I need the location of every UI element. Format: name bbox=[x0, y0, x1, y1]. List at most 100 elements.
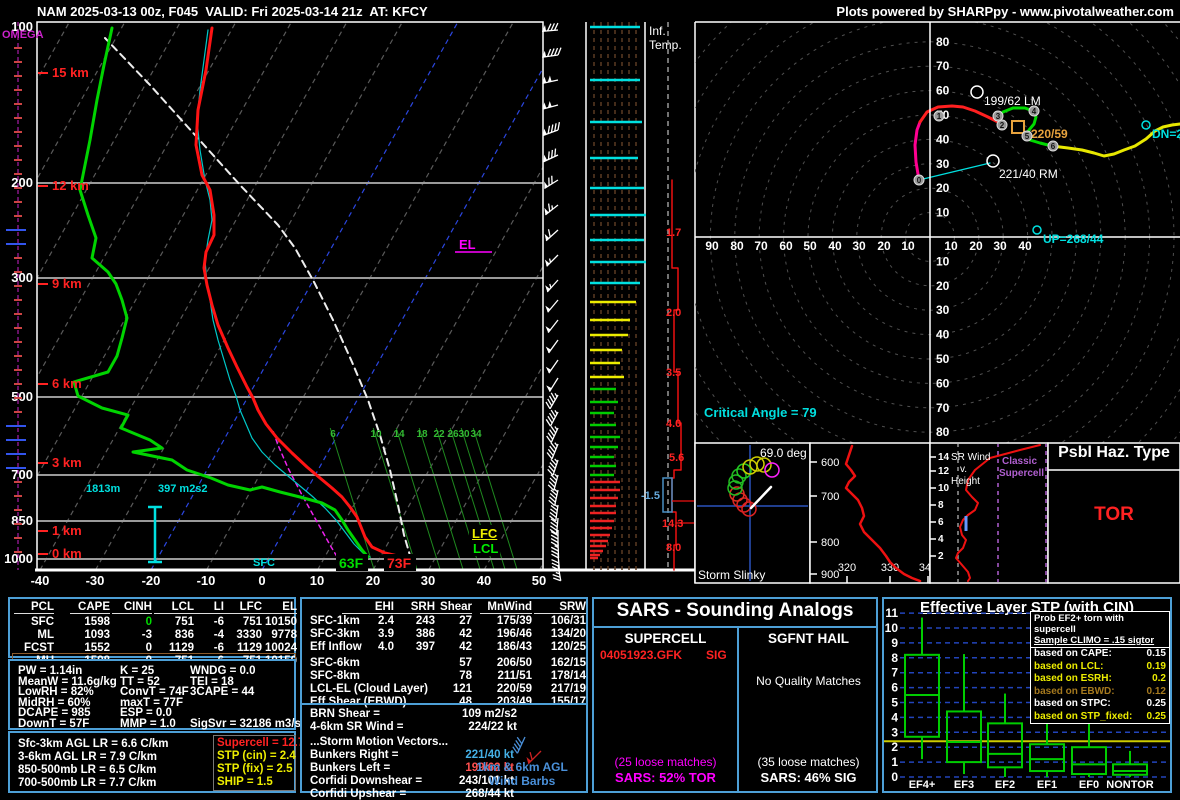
svg-text:Inf.: Inf. bbox=[649, 24, 666, 38]
stp-legend-row: based on STP_fixed:0.25 bbox=[1031, 711, 1169, 724]
svg-text:EF4+: EF4+ bbox=[909, 779, 936, 791]
sars-supercell-prob: SARS: 52% TOR bbox=[594, 772, 737, 784]
shear-label: BRN Shear = bbox=[310, 708, 380, 720]
kinematics-cell: 175/39 bbox=[480, 615, 532, 627]
svg-text:90: 90 bbox=[705, 239, 719, 253]
svg-text:320: 320 bbox=[838, 562, 856, 574]
svg-text:800: 800 bbox=[821, 537, 839, 549]
kinematics-cell: 48 bbox=[420, 696, 472, 708]
svg-text:50: 50 bbox=[532, 573, 546, 588]
svg-text:40: 40 bbox=[936, 328, 950, 342]
sars-supercell-header: SUPERCELL bbox=[594, 631, 737, 646]
thermo-index: SigSvr = 32186 m3/s3 bbox=[190, 718, 307, 730]
svg-text:Supercell: Supercell bbox=[999, 468, 1044, 479]
svg-text:30: 30 bbox=[993, 239, 1007, 253]
svg-text:850: 850 bbox=[11, 513, 33, 528]
sars-supercell-match-tag: SIG bbox=[706, 649, 727, 661]
storm-slinky-panel: 69.0 degStorm Slinky bbox=[695, 443, 810, 583]
kinematics-cell: 196/46 bbox=[480, 628, 532, 640]
kinematics-cell: 178/14 bbox=[534, 670, 586, 682]
pressure-axis: 1002003005007008501000 bbox=[4, 19, 33, 566]
parcel-table-panel: PCLCAPECINHLCLLILFCELSFC15980751-6751101… bbox=[8, 597, 296, 658]
sars-hail-prob: SARS: 46% SIG bbox=[739, 772, 878, 784]
svg-text:EF0: EF0 bbox=[1079, 779, 1099, 791]
stp-legend-title: Prob EF2+ torn with supercell bbox=[1034, 613, 1166, 635]
parcel-col-header: EL bbox=[257, 601, 297, 614]
svg-text:10: 10 bbox=[936, 206, 950, 220]
stp-legend-row: based on ESRH:0.2 bbox=[1031, 673, 1169, 686]
svg-text:221/40 RM: 221/40 RM bbox=[999, 167, 1058, 181]
temperature-curve bbox=[196, 28, 411, 559]
svg-text:9: 9 bbox=[891, 636, 898, 650]
composite-index: STP (fix) = 2.5 bbox=[217, 763, 293, 775]
svg-text:10: 10 bbox=[901, 239, 915, 253]
svg-text:2: 2 bbox=[891, 740, 898, 754]
barb-caption-line: 1km & 6km AGL bbox=[462, 761, 582, 773]
kinematics-cell: 186/43 bbox=[480, 641, 532, 653]
svg-text:40: 40 bbox=[828, 239, 842, 253]
svg-text:80: 80 bbox=[936, 425, 950, 439]
stp-legend-subtitle: Sample CLIMO = .15 sigtor bbox=[1034, 635, 1166, 646]
svg-text:2: 2 bbox=[1000, 121, 1005, 130]
shear-label: 4-6km SR Wind = bbox=[310, 721, 404, 733]
svg-text:12 km: 12 km bbox=[52, 178, 89, 193]
possible-hazard-panel: Psbl Haz. TypeTOR bbox=[1048, 443, 1180, 583]
kinematics-cell: 42 bbox=[420, 628, 472, 640]
svg-text:10: 10 bbox=[936, 254, 950, 268]
stp-legend-row: based on STPC:0.25 bbox=[1031, 698, 1169, 711]
kinematics-col-header: Shear bbox=[420, 601, 472, 614]
svg-text:-1.5: -1.5 bbox=[641, 490, 660, 502]
svg-text:10: 10 bbox=[370, 429, 382, 440]
sr-wind-panel: SR Windv.HeightClassicSupercell141210864… bbox=[930, 443, 1048, 583]
sars-supercell-match[interactable]: 04051923.GFK bbox=[600, 649, 682, 661]
svg-text:-10: -10 bbox=[197, 573, 216, 588]
svg-text:1: 1 bbox=[891, 755, 898, 769]
storm-motion-value: 268/44 kt bbox=[422, 788, 514, 800]
svg-text:12: 12 bbox=[938, 466, 950, 477]
svg-text:DN=2: DN=2 bbox=[1152, 127, 1180, 141]
svg-text:63F: 63F bbox=[339, 555, 364, 571]
svg-text:80: 80 bbox=[936, 35, 950, 49]
composite-index: STP (cin) = 2.4 bbox=[217, 750, 296, 762]
svg-text:6 km: 6 km bbox=[52, 376, 82, 391]
kinematics-cell: 121 bbox=[420, 683, 472, 695]
svg-text:20: 20 bbox=[936, 279, 950, 293]
parcel-cell: 10150 bbox=[251, 616, 297, 628]
lapse-rate-line: 700-500mb LR = 7.7 C/km bbox=[18, 777, 156, 789]
inferred-temp-column: Inf.Temp.1.72.03.54.05.6-1.514.38.0 bbox=[641, 22, 695, 583]
sharppy-sounding-page: NAM 2025-03-13 00z, F045 VALID: Fri 2025… bbox=[0, 0, 1180, 800]
lapse-rate-line: 3-6km AGL LR = 7.9 C/km bbox=[18, 751, 157, 763]
svg-text:SR Wind: SR Wind bbox=[951, 452, 990, 463]
kinematics-cell: 220/59 bbox=[480, 683, 532, 695]
svg-text:30: 30 bbox=[458, 429, 470, 440]
svg-text:900: 900 bbox=[821, 569, 839, 581]
svg-text:TOR: TOR bbox=[1094, 504, 1134, 525]
stp-legend-row: based on LCL:0.19 bbox=[1031, 661, 1169, 674]
kinematics-cell: 57 bbox=[420, 657, 472, 669]
sars-hail-no-match: No Quality Matches bbox=[739, 675, 878, 687]
kinematics-cell: 206/50 bbox=[480, 657, 532, 669]
kinematics-cell: 155/17 bbox=[534, 696, 586, 708]
lapse-rate-panel: Sfc-3km AGL LR = 6.6 C/km3-6km AGL LR = … bbox=[8, 731, 296, 793]
svg-text:80: 80 bbox=[730, 239, 744, 253]
svg-text:600: 600 bbox=[821, 457, 839, 469]
svg-text:1.7: 1.7 bbox=[666, 227, 681, 239]
svg-text:11: 11 bbox=[885, 606, 898, 620]
parcel-col-header: LI bbox=[184, 601, 224, 614]
svg-text:100: 100 bbox=[676, 239, 696, 253]
svg-text:0 km: 0 km bbox=[52, 546, 82, 561]
svg-text:20: 20 bbox=[366, 573, 380, 588]
svg-text:4: 4 bbox=[1032, 107, 1037, 116]
lapse-rate-line: 850-500mb LR = 6.5 C/km bbox=[18, 764, 156, 776]
svg-text:50: 50 bbox=[803, 239, 817, 253]
svg-text:14: 14 bbox=[938, 452, 950, 463]
svg-text:EF3: EF3 bbox=[954, 779, 974, 791]
parcel-cell: 1598 bbox=[64, 616, 110, 628]
svg-text:14.3: 14.3 bbox=[662, 518, 683, 530]
kinematics-row-label: Eff Shear (EBWD) bbox=[310, 696, 406, 708]
theta-e-panel: 600700800900320330340 bbox=[810, 443, 937, 583]
storm-motion-label: Corfidi Downshear = bbox=[310, 775, 422, 787]
svg-text:10: 10 bbox=[885, 621, 899, 635]
svg-text:8: 8 bbox=[938, 500, 944, 511]
kinematics-col-header: SRW bbox=[534, 601, 586, 614]
